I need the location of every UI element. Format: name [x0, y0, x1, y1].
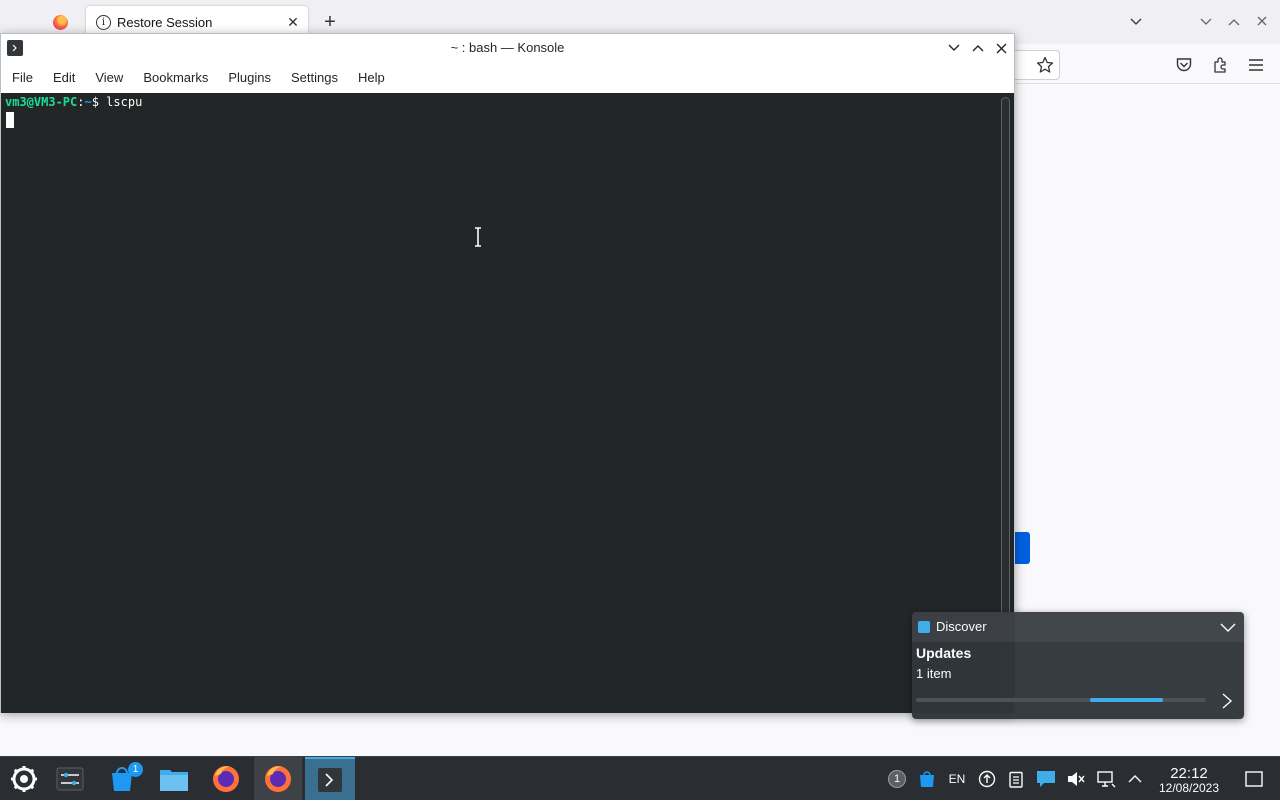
taskbar-discover[interactable]: 1 [98, 757, 146, 800]
show-desktop-icon[interactable] [1243, 768, 1265, 790]
close-window-button[interactable] [1252, 10, 1272, 34]
minimize-button[interactable] [944, 38, 964, 58]
terminal-cursor [6, 112, 14, 128]
close-window-button[interactable] [991, 38, 1011, 58]
notification-popup[interactable]: Discover Updates 1 item [912, 612, 1244, 719]
maximize-button[interactable] [1224, 10, 1244, 34]
taskbar-dolphin[interactable] [150, 757, 198, 800]
notification-count-badge: 1 [888, 770, 906, 788]
konsole-icon [318, 768, 342, 792]
firefox-icon [52, 14, 68, 30]
network-icon[interactable] [1095, 768, 1117, 790]
terminal-area[interactable]: vm3@VM3-PC:~$ lscpu [1, 93, 1014, 713]
firefox-tab[interactable] [46, 8, 74, 36]
menu-bar: File Edit View Bookmarks Plugins Setting… [1, 62, 1014, 93]
taskbar-konsole[interactable] [305, 757, 355, 800]
chevron-down-icon [1130, 18, 1142, 25]
text-cursor-icon [475, 227, 481, 247]
terminal-line: vm3@VM3-PC:~$ lscpu [5, 95, 142, 110]
show-hidden-icons-chevron-up-icon[interactable] [1124, 768, 1146, 790]
clock-time[interactable]: 22:12 [1154, 765, 1224, 782]
clipboard-icon[interactable] [1005, 768, 1027, 790]
hamburger-menu-icon[interactable] [1243, 52, 1269, 78]
minimize-button[interactable] [1196, 10, 1216, 34]
keyboard-layout-indicator[interactable]: EN [946, 768, 968, 790]
progress-bar [916, 698, 1206, 702]
tray-notifications[interactable]: 1 [886, 768, 908, 790]
menu-settings[interactable]: Settings [281, 64, 348, 92]
taskbar-firefox[interactable] [202, 757, 250, 800]
application-launcher-button[interactable] [0, 757, 48, 800]
prompt-user: vm3@VM3-PC [5, 95, 78, 109]
terminal-command: lscpu [106, 95, 143, 109]
chevron-right-icon[interactable] [1220, 692, 1234, 710]
tab-label: Restore Session [117, 14, 213, 30]
notification-header: Discover [912, 612, 1244, 642]
new-tab-button[interactable]: + [318, 10, 342, 34]
extensions-icon[interactable] [1207, 52, 1233, 78]
bookmark-star-icon[interactable] [1032, 52, 1058, 78]
taskbar-system-settings[interactable] [46, 757, 94, 800]
window-title: ~ : bash — Konsole [450, 40, 565, 55]
firefox-icon [265, 766, 291, 792]
notification-body: 1 item [916, 666, 952, 681]
maximize-button[interactable] [968, 38, 988, 58]
chat-icon[interactable] [1035, 768, 1057, 790]
discover-icon [918, 621, 930, 633]
chevron-up-icon [1228, 19, 1240, 26]
close-icon [996, 43, 1006, 53]
pocket-icon[interactable] [1171, 52, 1197, 78]
konsole-window: ~ : bash — Konsole File Edit View Bookma… [0, 33, 1015, 713]
close-icon [1257, 16, 1267, 26]
menu-edit[interactable]: Edit [43, 64, 85, 92]
folder-icon [160, 770, 188, 791]
window-titlebar[interactable]: ~ : bash — Konsole [1, 34, 1014, 62]
taskbar-firefox-active[interactable] [254, 757, 302, 800]
chevron-down-icon [1200, 18, 1212, 25]
chevron-up-icon [972, 45, 984, 52]
menu-view[interactable]: View [85, 64, 133, 92]
progress-bar-fill [1090, 698, 1163, 702]
notification-app-name: Discover [936, 619, 987, 634]
menu-help[interactable]: Help [348, 64, 395, 92]
menu-plugins[interactable]: Plugins [218, 64, 281, 92]
menu-file[interactable]: File [2, 64, 43, 92]
info-icon: i [96, 14, 111, 30]
menu-bookmarks[interactable]: Bookmarks [133, 64, 218, 92]
system-settings-icon [56, 767, 84, 791]
notification-title: Updates [916, 645, 972, 661]
chevron-down-icon [948, 44, 960, 51]
prompt-path: ~ [84, 95, 92, 109]
list-tabs-button[interactable] [1126, 10, 1146, 34]
kde-logo-icon [11, 766, 37, 792]
taskbar: 1 1 EN 22:12 12/08/2023 [0, 756, 1280, 800]
chevron-down-icon[interactable] [1218, 617, 1238, 637]
close-tab-icon[interactable]: ✕ [282, 14, 304, 31]
prompt-symbol: $ [91, 95, 107, 109]
volume-muted-icon[interactable] [1065, 768, 1087, 790]
notification-badge: 1 [128, 762, 143, 777]
clock-date[interactable]: 12/08/2023 [1150, 781, 1228, 795]
update-icon[interactable] [976, 768, 998, 790]
firefox-icon [213, 766, 239, 792]
tray-discover-icon[interactable] [916, 768, 938, 790]
